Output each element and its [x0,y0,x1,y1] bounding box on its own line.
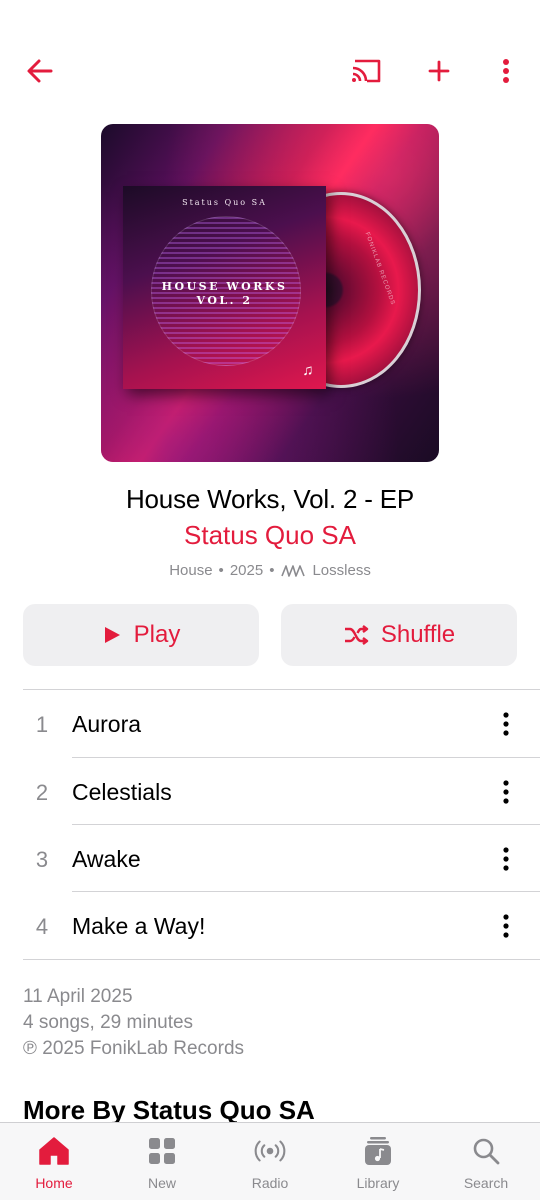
meta-separator: • [218,562,224,579]
track-title: Aurora [72,711,142,737]
tracklist-bottom-divider [23,959,540,960]
vertical-ellipsis-icon [503,59,509,83]
back-arrow-icon [27,59,53,83]
plus-icon [428,60,450,82]
cast-button[interactable] [342,48,390,94]
tab-library[interactable]: Library [324,1123,432,1200]
sleeve-title-line1: House Works [161,280,288,293]
year-text: 2025 [229,562,264,579]
add-to-library-button[interactable] [418,48,460,94]
label-logo-icon: ♫ [302,362,314,379]
sleeve-title-text: House Works Vol. 2 [123,280,326,308]
track-more-button[interactable] [490,837,522,881]
album-screen: FONIKLAB RECORDS Status Quo SA House Wor… [0,0,540,1200]
track-title: Make a Way! [72,913,206,939]
tab-label: Library [356,1175,400,1191]
tab-search[interactable]: Search [432,1123,540,1200]
tab-label: Home [35,1175,73,1191]
tab-label: Search [463,1175,509,1191]
lossless-icon [281,564,306,577]
track-more-button[interactable] [490,770,522,814]
release-date: 11 April 2025 [23,986,133,1007]
shuffle-icon [344,625,369,645]
vertical-ellipsis-icon [503,780,509,804]
sleeve-title-line2: Vol. 2 [196,294,253,307]
track-title: Awake [72,846,141,872]
tab-new[interactable]: New [108,1123,216,1200]
vertical-ellipsis-icon [503,914,509,938]
meta-separator: • [269,562,275,579]
tab-bar: Home New Radio Library Search [0,1122,540,1200]
album-sleeve-image: Status Quo SA House Works Vol. 2 ♫ [123,186,326,389]
vertical-ellipsis-icon [503,847,509,871]
grid-icon [145,1135,179,1167]
album-title: House Works, Vol. 2 - EP [125,484,415,514]
tab-label: Radio [251,1175,289,1191]
track-number: 1 [35,712,49,737]
vertical-ellipsis-icon [503,712,509,736]
artist-link[interactable]: Status Quo SA [0,520,540,551]
track-row[interactable]: 1 Aurora [0,690,540,757]
tab-home[interactable]: Home [0,1123,108,1200]
track-row[interactable]: 4 Make a Way! [0,892,540,959]
track-number: 3 [35,847,49,872]
back-button[interactable] [18,48,62,94]
shuffle-label: Shuffle [380,621,456,648]
track-row[interactable]: 3 Awake [0,825,540,892]
copyright-text: ℗ 2025 FonikLab Records [23,1038,245,1059]
track-more-button[interactable] [490,904,522,948]
airplay-cast-icon [352,59,381,83]
music-library-icon [361,1135,395,1167]
genre-text: House [169,562,213,579]
play-button[interactable]: Play [23,604,259,666]
tab-label: New [147,1175,176,1191]
play-label: Play [133,621,181,648]
tab-radio[interactable]: Radio [216,1123,324,1200]
sleeve-artist-text: Status Quo SA [182,198,267,207]
home-icon [37,1135,71,1167]
play-icon [104,627,120,643]
album-meta: House • 2025 • Lossless [0,562,540,579]
more-options-button[interactable] [486,48,526,94]
album-artwork[interactable]: FONIKLAB RECORDS Status Quo SA House Wor… [101,124,439,462]
radio-broadcast-icon [253,1135,287,1167]
track-more-button[interactable] [490,702,522,746]
track-number: 4 [35,914,49,939]
track-row[interactable]: 2 Celestials [0,758,540,825]
album-summary: 4 songs, 29 minutes [23,1012,194,1033]
track-title: Celestials [72,779,172,805]
top-bar [0,48,540,94]
shuffle-button[interactable]: Shuffle [281,604,517,666]
search-icon [469,1135,503,1167]
track-number: 2 [35,780,49,805]
quality-text: Lossless [312,562,371,579]
